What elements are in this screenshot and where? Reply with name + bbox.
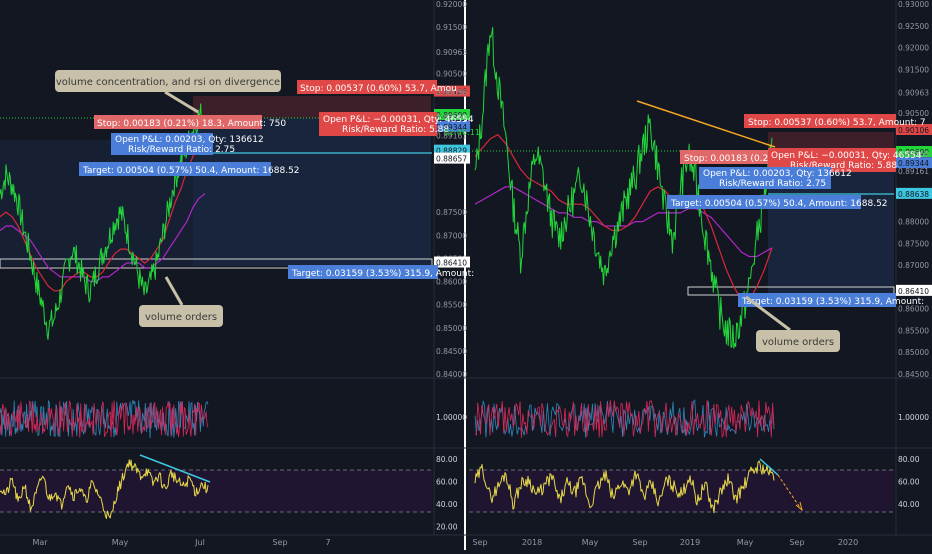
left-time-label-4: 7 <box>325 538 330 547</box>
label-text: Risk/Reward Ratio: 2.75 <box>719 179 826 189</box>
right-price-label-14: 0.87500 <box>898 239 929 248</box>
label-text: Stop: 0.00183 (0.21%) 18.3, Amount: 750 <box>97 119 286 129</box>
left-stop-lower-label[interactable]: Stop: 0.00183 (0.21%) 18.3, Amount: 750 <box>94 115 286 129</box>
left-price-tag-text-11: 0.88657 <box>436 155 467 164</box>
right-price-label-10: 0.89161 <box>898 167 929 176</box>
right-time-label-3: Sep <box>632 538 647 547</box>
left-time-label-2: Jul <box>194 538 205 547</box>
label-text: Risk/Reward Ratio: 5.88 <box>342 125 449 135</box>
left-price-label-0: 0.92000 <box>436 0 467 9</box>
label-text: Target: 0.03159 (3.53%) 315.9, Amount: <box>291 269 474 279</box>
left-countdown: 02:46:11 <box>444 128 480 137</box>
left-osc-label-0: 1.00000 <box>436 413 467 422</box>
label-text: Target: 0.03159 (3.53%) 315.9, Amount: <box>741 297 924 307</box>
chart-workspace: 0.92000 0.91500 0.90963 0.90500 0.90106 0.900… <box>0 0 932 550</box>
right-price-tag-text-12: 0.88638 <box>898 190 929 199</box>
left-price-label-17: 0.85500 <box>436 301 467 310</box>
left-rsi-label-0: 80.00 <box>436 455 458 464</box>
chart-canvas[interactable]: 0.920000.915000.909630.905000.901060.900… <box>0 0 932 550</box>
left-price-tag-text-15: 0.86410 <box>436 259 467 268</box>
left-time-label-3: Sep <box>272 538 287 547</box>
label-text: Open P&L: −0.00031, Qty: 46554 <box>771 151 922 161</box>
left-price-label-20: 0.84000 <box>436 370 467 379</box>
right-osc-label-0: 1.00000 <box>898 413 929 422</box>
callout-text: volume orders <box>762 337 834 348</box>
right-open-pl-blue-label[interactable]: Open P&L: 0.00203, Qty: 136612 Risk/Rewa… <box>699 167 852 189</box>
left-price-label-3: 0.90500 <box>436 69 467 78</box>
right-time-label-1: 2018 <box>522 538 542 547</box>
right-price-label-19: 0.85000 <box>898 348 929 357</box>
right-time-label-2: May <box>582 538 599 547</box>
right-price-label-5: 0.90500 <box>898 109 929 118</box>
right-target-upper-label[interactable]: Target: 0.00504 (0.57%) 50.4, Amount: 16… <box>667 195 888 209</box>
right-price-label-1: 0.92500 <box>898 22 929 31</box>
left-price-label-18: 0.85000 <box>436 324 467 333</box>
callout-text: volume concentration, and rsi on diverge… <box>56 77 280 88</box>
left-time-label-0: Mar <box>32 538 48 547</box>
right-price-tag-text-16: 0.86410 <box>898 287 929 296</box>
right-rsi-label-0: 80.00 <box>898 455 920 464</box>
right-price-label-15: 0.87000 <box>898 261 929 270</box>
right-time-label-7: 2020 <box>838 538 858 547</box>
right-price-label-4: 0.90963 <box>898 89 929 98</box>
left-price-label-1: 0.91500 <box>436 23 467 32</box>
left-stop-upper-label[interactable]: Stop: 0.00537 (0.60%) 53.7, Amou <box>297 80 457 94</box>
left-rsi-band <box>0 470 432 512</box>
right-price-label-2: 0.92000 <box>898 44 929 53</box>
right-price-label-3: 0.91500 <box>898 65 929 74</box>
label-text: Stop: 0.00537 (0.60%) 53.7, Amount: 7 <box>748 118 926 128</box>
left-rsi-label-3: 20.00 <box>436 522 458 531</box>
right-time-label-0: Sep <box>472 538 487 547</box>
label-text: Target: 0.00504 (0.57%) 50.4, Amount: 16… <box>670 199 888 209</box>
right-rsi-label-2: 40.00 <box>898 500 920 509</box>
left-price-label-12: 0.87500 <box>436 208 467 217</box>
left-rsi-label-1: 60.00 <box>436 477 458 486</box>
left-target-upper-label[interactable]: Target: 0.00504 (0.57%) 50.4, Amount: 16… <box>79 162 300 176</box>
right-time-label-6: Sep <box>789 538 804 547</box>
right-price-label-0: 0.93000 <box>898 0 929 9</box>
label-text: Risk/Reward Ratio: 2.75 <box>128 145 235 155</box>
right-price-label-18: 0.85500 <box>898 326 929 335</box>
right-price-label-13: 0.88000 <box>898 218 929 227</box>
right-price-label-20: 0.84500 <box>898 370 929 379</box>
label-text: Open P&L: 0.00203, Qty: 136612 <box>703 169 852 179</box>
left-price-label-13: 0.87000 <box>436 231 467 240</box>
right-time-label-5: May <box>737 538 754 547</box>
right-rsi-label-1: 60.00 <box>898 477 920 486</box>
label-text: Target: 0.00504 (0.57%) 50.4, Amount: 16… <box>82 166 300 176</box>
left-rsi-label-2: 40.00 <box>436 500 458 509</box>
right-time-label-4: 2019 <box>680 538 700 547</box>
label-text: Open P&L: 0.00203, Qty: 136612 <box>115 135 264 145</box>
left-price-label-2: 0.90963 <box>436 48 467 57</box>
left-time-label-1: May <box>112 538 129 547</box>
label-text: Open P&L: −0.00031, Qty: 46554 <box>323 115 474 125</box>
left-price-label-19: 0.84500 <box>436 347 467 356</box>
label-text: Stop: 0.00537 (0.60%) 53.7, Amou <box>300 84 457 94</box>
callout-text: volume orders <box>145 312 217 323</box>
